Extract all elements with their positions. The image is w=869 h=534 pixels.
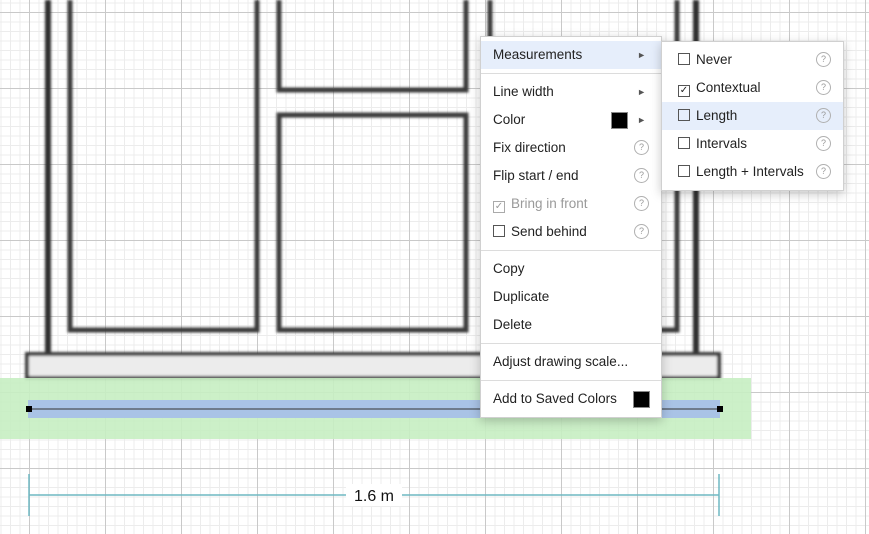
menu-item-label: Fix direction [493, 140, 566, 155]
help-icon[interactable]: ? [634, 168, 649, 183]
menu-item-measurements[interactable]: Measurements ► [481, 41, 661, 69]
submenu-item-label: Contextual [696, 80, 761, 95]
menu-item-line-width[interactable]: Line width ► [481, 78, 661, 106]
checkbox-icon [493, 225, 505, 237]
submenu-arrow-icon: ► [637, 50, 646, 60]
measurements-submenu: Never ? ✓ Contextual ? Length ? Intervals… [661, 41, 844, 191]
menu-item-flip-start-end[interactable]: Flip start / end ? [481, 162, 661, 190]
menu-item-add-to-saved-colors[interactable]: Add to Saved Colors [481, 385, 661, 413]
submenu-item-contextual[interactable]: ✓ Contextual ? [662, 74, 843, 102]
menu-item-label: Flip start / end [493, 168, 579, 183]
help-icon[interactable]: ? [816, 108, 831, 123]
help-icon[interactable]: ? [816, 80, 831, 95]
menu-item-label: Adjust drawing scale... [493, 354, 629, 369]
menu-item-adjust-drawing-scale[interactable]: Adjust drawing scale... [481, 348, 661, 376]
help-icon[interactable]: ? [816, 164, 831, 179]
submenu-item-label: Length + Intervals [696, 164, 804, 179]
menu-separator [481, 343, 661, 344]
menu-item-delete[interactable]: Delete [481, 311, 661, 339]
menu-item-label: Send behind [511, 224, 587, 239]
menu-item-duplicate[interactable]: Duplicate [481, 283, 661, 311]
menu-item-label: Bring in front [511, 196, 588, 211]
help-icon[interactable]: ? [634, 140, 649, 155]
menu-separator [481, 73, 661, 74]
checkbox-icon: ✓ [493, 201, 505, 213]
menu-item-label: Add to Saved Colors [493, 391, 617, 406]
checkbox-icon: ✓ [678, 85, 690, 97]
saved-color-swatch [633, 391, 650, 408]
window-top-right-pane [276, 0, 469, 93]
color-swatch [611, 112, 628, 129]
line-end-handle[interactable] [717, 406, 723, 412]
menu-item-label: Measurements [493, 47, 583, 62]
submenu-item-length-intervals[interactable]: Length + Intervals ? [662, 158, 843, 186]
menu-separator [481, 380, 661, 381]
window-bottom-right-pane [276, 112, 469, 333]
submenu-item-label: Length [696, 108, 738, 123]
submenu-item-intervals[interactable]: Intervals ? [662, 130, 843, 158]
dimension-label: 1.6 m [354, 488, 394, 505]
help-icon[interactable]: ? [816, 52, 831, 67]
menu-item-bring-in-front: ✓ Bring in front ? [481, 190, 661, 218]
context-menu: Measurements ► Line width ► Color ► Fix … [480, 36, 662, 418]
checkbox-icon [678, 109, 690, 121]
menu-item-label: Duplicate [493, 289, 550, 304]
menu-item-label: Color [493, 112, 526, 127]
menu-item-label: Line width [493, 84, 554, 99]
menu-item-label: Delete [493, 317, 533, 332]
checkbox-icon [678, 53, 690, 65]
submenu-item-label: Intervals [696, 136, 748, 151]
submenu-item-label: Never [696, 52, 733, 67]
menu-item-fix-direction[interactable]: Fix direction ? [481, 134, 661, 162]
line-start-handle[interactable] [26, 406, 32, 412]
submenu-item-length[interactable]: Length ? [662, 102, 843, 130]
window-left-pane [67, 0, 260, 333]
checkbox-icon [678, 165, 690, 177]
menu-item-color[interactable]: Color ► [481, 106, 661, 134]
submenu-item-never[interactable]: Never ? [662, 46, 843, 74]
menu-item-send-behind[interactable]: Send behind ? [481, 218, 661, 246]
submenu-arrow-icon: ► [637, 115, 646, 125]
submenu-arrow-icon: ► [637, 87, 646, 97]
menu-separator [481, 250, 661, 251]
help-icon[interactable]: ? [634, 224, 649, 239]
menu-item-label: Copy [493, 261, 525, 276]
checkbox-icon [678, 137, 690, 149]
menu-item-copy[interactable]: Copy [481, 255, 661, 283]
help-icon[interactable]: ? [816, 136, 831, 151]
help-icon[interactable]: ? [634, 196, 649, 211]
